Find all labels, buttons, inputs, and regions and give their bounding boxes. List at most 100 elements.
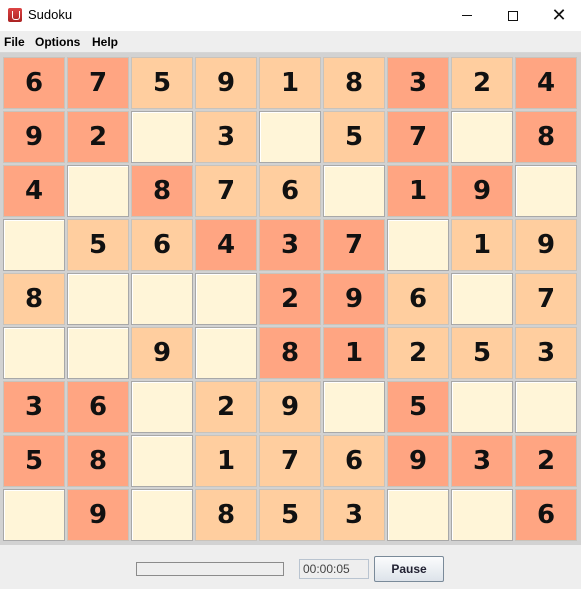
menu-file[interactable]: File xyxy=(4,35,25,49)
sudoku-cell-r3c3[interactable]: 8 xyxy=(131,165,193,217)
sudoku-cell-r5c4[interactable] xyxy=(195,273,257,325)
window-title: Sudoku xyxy=(28,7,73,22)
maximize-icon xyxy=(508,10,518,21)
sudoku-cell-r9c9[interactable]: 6 xyxy=(515,489,577,541)
sudoku-cell-r9c7[interactable] xyxy=(387,489,449,541)
title-bar: Sudoku ✕ xyxy=(0,0,581,31)
sudoku-cell-r2c7[interactable]: 7 xyxy=(387,111,449,163)
sudoku-cell-r1c4[interactable]: 9 xyxy=(195,57,257,109)
sudoku-cell-r7c2[interactable]: 6 xyxy=(67,381,129,433)
sudoku-cell-r5c7[interactable]: 6 xyxy=(387,273,449,325)
sudoku-cell-r4c3[interactable]: 6 xyxy=(131,219,193,271)
sudoku-cell-r9c1[interactable] xyxy=(3,489,65,541)
timer-display: 00:00:05 xyxy=(299,559,369,579)
sudoku-cell-r3c2[interactable] xyxy=(67,165,129,217)
sudoku-cell-r9c5[interactable]: 5 xyxy=(259,489,321,541)
sudoku-cell-r6c6[interactable]: 1 xyxy=(323,327,385,379)
sudoku-cell-r3c9[interactable] xyxy=(515,165,577,217)
status-bar: 00:00:05 Pause xyxy=(0,545,581,589)
sudoku-cell-r2c3[interactable] xyxy=(131,111,193,163)
sudoku-cell-r5c9[interactable]: 7 xyxy=(515,273,577,325)
sudoku-cell-r1c3[interactable]: 5 xyxy=(131,57,193,109)
sudoku-cell-r5c5[interactable]: 2 xyxy=(259,273,321,325)
sudoku-cell-r5c8[interactable] xyxy=(451,273,513,325)
sudoku-cell-r6c1[interactable] xyxy=(3,327,65,379)
sudoku-grid: 6759183249235784876195643719829679812533… xyxy=(2,56,578,542)
sudoku-cell-r4c9[interactable]: 9 xyxy=(515,219,577,271)
sudoku-cell-r2c6[interactable]: 5 xyxy=(323,111,385,163)
sudoku-cell-r3c8[interactable]: 9 xyxy=(451,165,513,217)
menu-options[interactable]: Options xyxy=(35,35,80,49)
sudoku-cell-r6c8[interactable]: 5 xyxy=(451,327,513,379)
sudoku-cell-r7c7[interactable]: 5 xyxy=(387,381,449,433)
sudoku-cell-r6c4[interactable] xyxy=(195,327,257,379)
maximize-button[interactable] xyxy=(490,0,536,31)
close-button[interactable]: ✕ xyxy=(536,0,581,31)
sudoku-cell-r5c1[interactable]: 8 xyxy=(3,273,65,325)
sudoku-cell-r8c7[interactable]: 9 xyxy=(387,435,449,487)
sudoku-cell-r7c1[interactable]: 3 xyxy=(3,381,65,433)
sudoku-cell-r4c6[interactable]: 7 xyxy=(323,219,385,271)
minimize-icon xyxy=(462,15,472,16)
progress-bar xyxy=(136,562,284,576)
sudoku-cell-r1c8[interactable]: 2 xyxy=(451,57,513,109)
sudoku-board-area: 6759183249235784876195643719829679812533… xyxy=(0,53,581,545)
sudoku-cell-r7c9[interactable] xyxy=(515,381,577,433)
sudoku-cell-r8c3[interactable] xyxy=(131,435,193,487)
sudoku-cell-r4c1[interactable] xyxy=(3,219,65,271)
sudoku-cell-r7c6[interactable] xyxy=(323,381,385,433)
sudoku-cell-r1c2[interactable]: 7 xyxy=(67,57,129,109)
sudoku-cell-r2c1[interactable]: 9 xyxy=(3,111,65,163)
sudoku-cell-r6c3[interactable]: 9 xyxy=(131,327,193,379)
sudoku-cell-r1c9[interactable]: 4 xyxy=(515,57,577,109)
sudoku-cell-r3c1[interactable]: 4 xyxy=(3,165,65,217)
sudoku-cell-r8c2[interactable]: 8 xyxy=(67,435,129,487)
sudoku-cell-r9c6[interactable]: 3 xyxy=(323,489,385,541)
sudoku-cell-r5c3[interactable] xyxy=(131,273,193,325)
pause-button[interactable]: Pause xyxy=(374,556,444,582)
sudoku-cell-r5c6[interactable]: 9 xyxy=(323,273,385,325)
sudoku-cell-r3c6[interactable] xyxy=(323,165,385,217)
sudoku-cell-r8c4[interactable]: 1 xyxy=(195,435,257,487)
menu-help[interactable]: Help xyxy=(92,35,118,49)
sudoku-cell-r9c8[interactable] xyxy=(451,489,513,541)
sudoku-cell-r8c9[interactable]: 2 xyxy=(515,435,577,487)
sudoku-cell-r2c8[interactable] xyxy=(451,111,513,163)
sudoku-cell-r6c5[interactable]: 8 xyxy=(259,327,321,379)
sudoku-cell-r3c7[interactable]: 1 xyxy=(387,165,449,217)
sudoku-cell-r7c5[interactable]: 9 xyxy=(259,381,321,433)
sudoku-cell-r4c8[interactable]: 1 xyxy=(451,219,513,271)
sudoku-cell-r7c3[interactable] xyxy=(131,381,193,433)
sudoku-cell-r1c6[interactable]: 8 xyxy=(323,57,385,109)
sudoku-cell-r1c7[interactable]: 3 xyxy=(387,57,449,109)
sudoku-cell-r2c9[interactable]: 8 xyxy=(515,111,577,163)
sudoku-cell-r8c1[interactable]: 5 xyxy=(3,435,65,487)
sudoku-cell-r9c3[interactable] xyxy=(131,489,193,541)
sudoku-cell-r6c9[interactable]: 3 xyxy=(515,327,577,379)
close-icon: ✕ xyxy=(551,4,567,26)
sudoku-cell-r9c4[interactable]: 8 xyxy=(195,489,257,541)
sudoku-cell-r9c2[interactable]: 9 xyxy=(67,489,129,541)
sudoku-cell-r3c5[interactable]: 6 xyxy=(259,165,321,217)
sudoku-cell-r1c5[interactable]: 1 xyxy=(259,57,321,109)
sudoku-cell-r7c8[interactable] xyxy=(451,381,513,433)
sudoku-cell-r8c5[interactable]: 7 xyxy=(259,435,321,487)
menu-bar: File Options Help xyxy=(0,31,581,53)
sudoku-cell-r4c5[interactable]: 3 xyxy=(259,219,321,271)
sudoku-cell-r4c2[interactable]: 5 xyxy=(67,219,129,271)
sudoku-cell-r4c4[interactable]: 4 xyxy=(195,219,257,271)
sudoku-cell-r1c1[interactable]: 6 xyxy=(3,57,65,109)
sudoku-cell-r2c5[interactable] xyxy=(259,111,321,163)
sudoku-cell-r3c4[interactable]: 7 xyxy=(195,165,257,217)
sudoku-cell-r8c6[interactable]: 6 xyxy=(323,435,385,487)
sudoku-cell-r2c2[interactable]: 2 xyxy=(67,111,129,163)
java-app-icon xyxy=(8,8,22,22)
sudoku-cell-r5c2[interactable] xyxy=(67,273,129,325)
sudoku-cell-r2c4[interactable]: 3 xyxy=(195,111,257,163)
sudoku-cell-r8c8[interactable]: 3 xyxy=(451,435,513,487)
sudoku-cell-r4c7[interactable] xyxy=(387,219,449,271)
sudoku-cell-r6c2[interactable] xyxy=(67,327,129,379)
sudoku-cell-r6c7[interactable]: 2 xyxy=(387,327,449,379)
minimize-button[interactable] xyxy=(444,0,490,31)
sudoku-cell-r7c4[interactable]: 2 xyxy=(195,381,257,433)
